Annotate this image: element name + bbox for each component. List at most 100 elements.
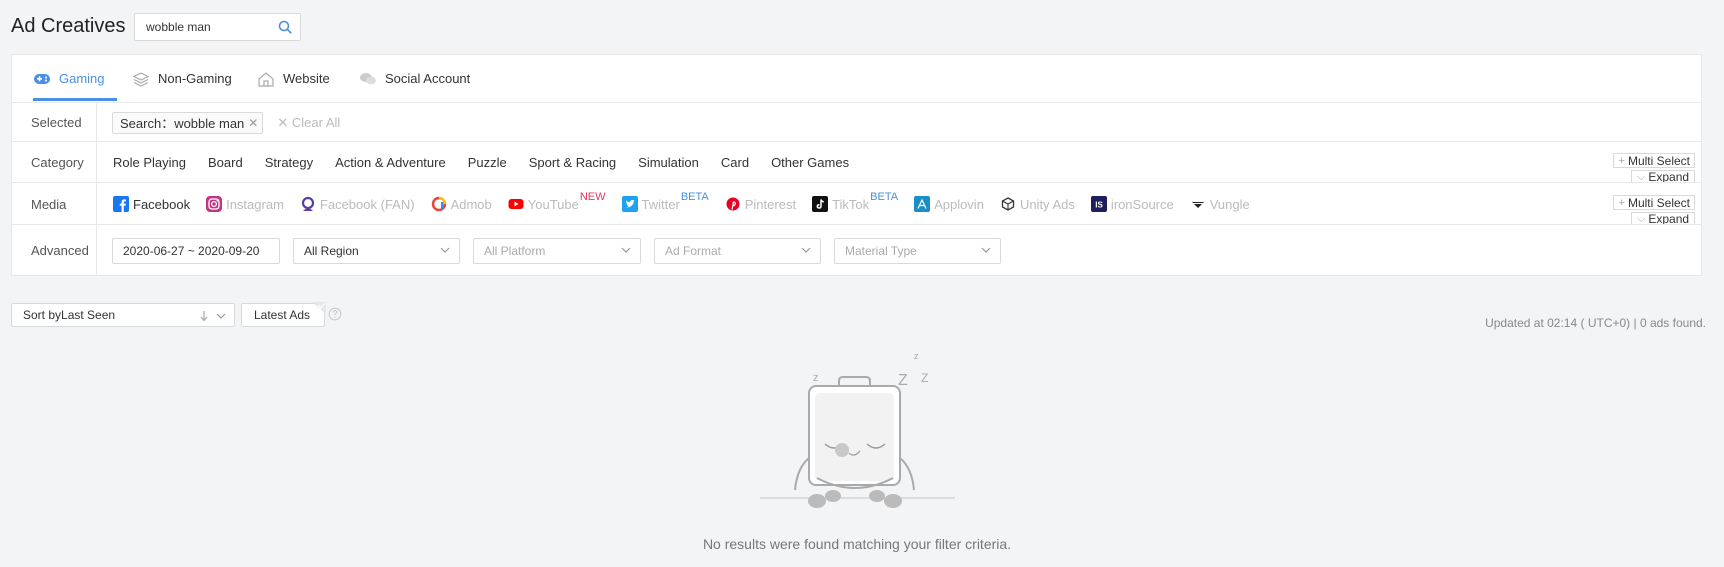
platform-select[interactable]: All Platform	[473, 237, 641, 264]
latest-ads-toggle[interactable]: Latest Ads	[241, 302, 326, 327]
ad-format-select[interactable]: Ad Format	[654, 237, 821, 264]
tab-label: Website	[283, 71, 330, 86]
filter-row-selected: Selected Search：wobble man ✕ ✕ Clear All	[12, 102, 1701, 142]
media-item-vungle[interactable]: Vungle	[1190, 196, 1250, 212]
pinterest-icon	[725, 196, 745, 212]
category-item[interactable]: Other Games	[771, 155, 849, 170]
media-item-label: Instagram	[226, 196, 284, 212]
checkmark-corner-icon	[312, 302, 326, 314]
multi-select-button[interactable]: + Multi Select	[1612, 153, 1695, 168]
media-item-label: YouTube	[527, 196, 579, 212]
media-item-youtube[interactable]: YouTube NEW	[508, 191, 606, 212]
tab-label: Social Account	[385, 71, 471, 86]
media-item-label: Twitter	[641, 196, 680, 212]
home-icon	[258, 72, 274, 87]
media-item-unity[interactable]: Unity Ads	[1000, 196, 1075, 212]
media-item-label: Facebook	[133, 196, 191, 212]
tab-label: Non-Gaming	[158, 71, 232, 86]
region-select[interactable]: All Region	[293, 237, 460, 264]
chevron-down-icon	[621, 247, 631, 253]
multi-select-button[interactable]: + Multi Select	[1612, 195, 1695, 210]
category-item[interactable]: Action & Adventure	[335, 155, 446, 170]
sort-value: Last Seen	[61, 308, 116, 322]
category-item[interactable]: Board	[208, 155, 243, 170]
category-item[interactable]: Puzzle	[468, 155, 507, 170]
search-input[interactable]	[135, 14, 276, 40]
tab-gaming[interactable]: Gaming	[33, 71, 105, 101]
beta-badge: BETA	[870, 191, 899, 203]
updated-status: Updated at 02:14 ( UTC+0) | 0 ads found.	[1485, 316, 1706, 330]
tab-label: Gaming	[59, 71, 105, 86]
tab-website[interactable]: Website	[257, 71, 330, 101]
vungle-icon	[1190, 196, 1210, 212]
layers-icon	[132, 72, 150, 87]
date-range-value: 2020-06-27 ~ 2020-09-20	[123, 243, 260, 258]
sort-select[interactable]: Sort by Last Seen	[11, 303, 235, 327]
arrow-down-icon[interactable]	[199, 310, 209, 322]
media-item-admob[interactable]: Admob	[431, 196, 492, 212]
media-item-facebook[interactable]: Facebook	[113, 196, 190, 212]
material-type-select[interactable]: Material Type	[834, 237, 1001, 264]
media-item-ironsource[interactable]: IS ironSource	[1090, 196, 1174, 212]
media-item-pinterest[interactable]: Pinterest	[725, 196, 796, 212]
facebook-icon	[113, 196, 133, 212]
media-item-facebook-fan[interactable]: Facebook (FAN)	[300, 196, 415, 212]
chevron-down-icon	[216, 313, 226, 319]
beta-badge: BETA	[680, 191, 709, 203]
svg-text:IS: IS	[1095, 201, 1103, 210]
filter-row-advanced: Advanced 2020-06-27 ~ 2020-09-20 All Reg…	[12, 224, 1701, 276]
media-item-label: ironSource	[1110, 196, 1174, 212]
search-box[interactable]	[134, 13, 301, 41]
search-icon[interactable]	[278, 20, 292, 34]
multi-select-label: Multi Select	[1627, 153, 1690, 168]
filter-row-category: Category Role Playing Board Strategy Action…	[12, 141, 1701, 183]
twitter-icon	[621, 196, 642, 212]
category-item[interactable]: Sport & Racing	[529, 155, 616, 170]
tab-non-gaming[interactable]: Non-Gaming	[132, 71, 232, 101]
media-item-label: Unity Ads	[1019, 196, 1075, 212]
admob-icon	[431, 196, 451, 212]
latest-ads-label: Latest Ads	[254, 308, 311, 322]
facebook-fan-icon	[300, 196, 320, 212]
category-item[interactable]: Simulation	[638, 155, 699, 170]
new-badge: NEW	[579, 191, 606, 203]
svg-text:Z: Z	[898, 372, 908, 389]
selected-filter-tag[interactable]: Search：wobble man ✕	[112, 111, 264, 134]
date-range-picker[interactable]: 2020-06-27 ~ 2020-09-20	[112, 237, 280, 264]
row-label: Category	[12, 142, 97, 183]
close-icon[interactable]: ✕	[248, 116, 258, 130]
media-item-applovin[interactable]: Applovin	[914, 196, 984, 212]
category-item[interactable]: Card	[721, 155, 749, 170]
row-label: Media	[12, 183, 97, 225]
media-item-tiktok[interactable]: TikTok BETA	[812, 191, 898, 212]
media-item-instagram[interactable]: Instagram	[206, 196, 284, 212]
row-label: Selected	[12, 103, 97, 142]
instagram-icon	[206, 196, 226, 212]
platform-value: All Platform	[484, 243, 546, 258]
chevron-down-icon	[801, 247, 811, 253]
clear-all-button[interactable]: ✕ Clear All	[277, 115, 340, 131]
chat-bubbles-icon	[360, 73, 376, 85]
category-item[interactable]: Role Playing	[113, 155, 186, 170]
media-item-label: TikTok	[832, 196, 870, 212]
media-item-twitter[interactable]: Twitter BETA	[621, 191, 709, 212]
help-icon[interactable]	[328, 307, 342, 321]
media-item-label: Pinterest	[744, 196, 797, 212]
tag-text: Search：wobble man	[120, 116, 245, 131]
active-tab-indicator	[33, 98, 117, 101]
svg-text:z: z	[914, 351, 919, 361]
empty-state-message: No results were found matching your filt…	[702, 536, 1012, 552]
youtube-icon	[508, 196, 528, 212]
filter-panel: Gaming Non-Gaming Website Social Account…	[11, 54, 1702, 276]
tab-social-account[interactable]: Social Account	[359, 71, 470, 101]
row-label: Advanced	[12, 225, 97, 276]
chevron-down-icon	[981, 247, 991, 253]
applovin-icon	[914, 196, 934, 212]
page-title: Ad Creatives	[11, 15, 126, 37]
clear-all-label: Clear All	[291, 114, 341, 130]
sort-prefix: Sort by	[23, 308, 62, 322]
plus-icon: +	[1618, 154, 1625, 167]
svg-text:Z: Z	[921, 371, 928, 385]
plus-icon: +	[1618, 196, 1625, 209]
category-item[interactable]: Strategy	[265, 155, 313, 170]
